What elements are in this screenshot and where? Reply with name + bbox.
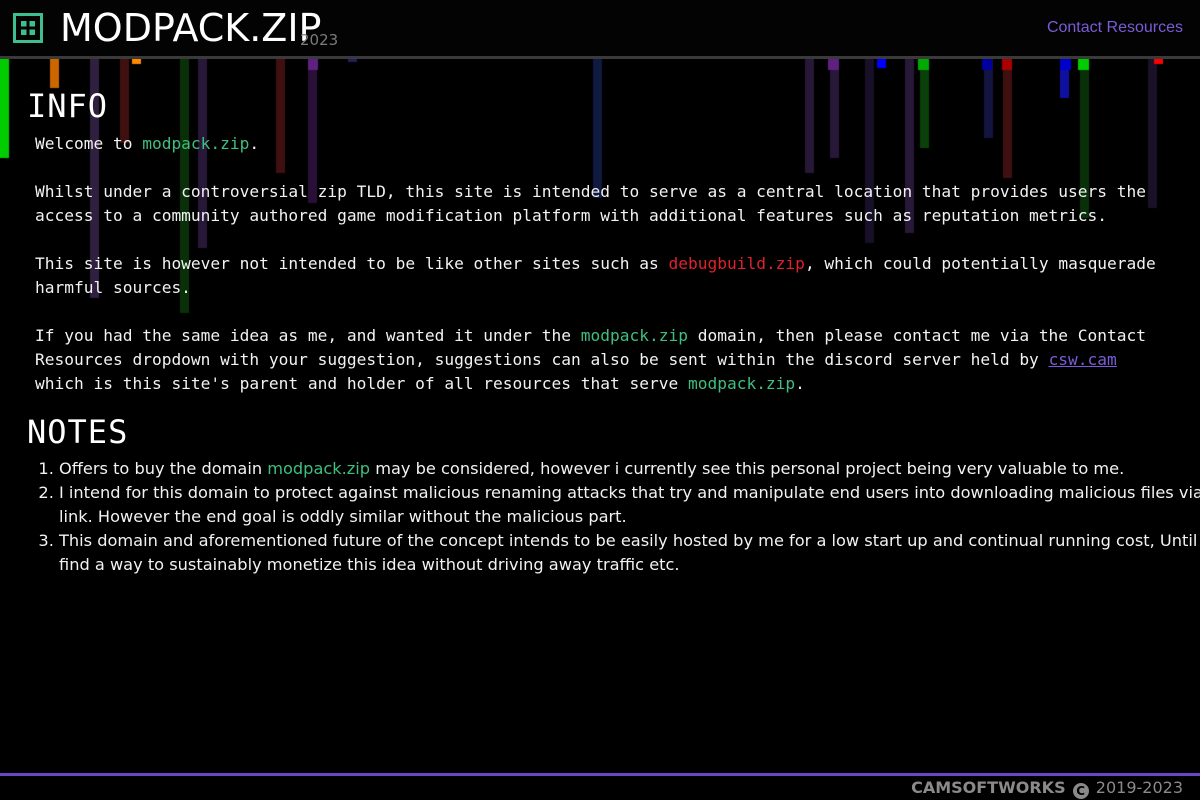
info-paragraph-purpose: Whilst under a controversial zip TLD, th… xyxy=(35,182,1147,225)
grid-square-icon[interactable] xyxy=(13,13,43,43)
text: . xyxy=(795,374,805,393)
info-paragraph-welcome: Welcome to modpack.zip. xyxy=(35,132,1175,156)
text: . xyxy=(249,134,260,153)
text: This site is however not intended to be … xyxy=(35,254,669,273)
list-item: Offers to buy the domain modpack.zip may… xyxy=(59,457,1200,481)
text: I intend for this domain to protect agai… xyxy=(59,483,1200,526)
text: This domain and aforementioned future of… xyxy=(59,531,1200,574)
copyright-icon: C xyxy=(1072,783,1089,799)
footer-brand: CAMSOFTWORKS xyxy=(911,778,1066,797)
info-paragraph-contact: If you had the same idea as me, and want… xyxy=(35,324,1175,396)
footer-divider xyxy=(0,773,1200,776)
text: Offers to buy the domain xyxy=(59,459,268,478)
text: If you had the same idea as me, and want… xyxy=(35,326,581,345)
footer-years: 2019-2023 xyxy=(1095,778,1183,797)
footer: CAMSOFTWORKS C 2019-2023 xyxy=(911,778,1183,799)
modpack-link[interactable]: modpack.zip xyxy=(581,326,688,345)
info-heading: INFO xyxy=(27,87,109,125)
text: may be considered, however i currently s… xyxy=(370,459,1125,478)
modpack-link[interactable]: modpack.zip xyxy=(267,459,370,478)
list-item: This domain and aforementioned future of… xyxy=(59,529,1200,577)
modpack-link[interactable]: modpack.zip xyxy=(688,374,795,393)
text: which is this site's parent and holder o… xyxy=(35,374,688,393)
csw-cam-link[interactable]: csw.cam xyxy=(1049,350,1117,369)
debugbuild-link[interactable]: debugbuild.zip xyxy=(668,254,804,273)
list-item: I intend for this domain to protect agai… xyxy=(59,481,1200,529)
modpack-link[interactable]: modpack.zip xyxy=(142,134,249,153)
site-year: 2023 xyxy=(300,31,339,49)
contact-resources-dropdown[interactable]: Contact Resources xyxy=(1047,19,1183,37)
info-paragraph-warning: This site is however not intended to be … xyxy=(35,252,1175,300)
notes-heading: NOTES xyxy=(27,413,129,451)
notes-list: Offers to buy the domain modpack.zip may… xyxy=(0,457,1200,577)
text: Welcome to xyxy=(35,134,143,153)
site-header: MODPACK.ZIP 2023 Contact Resources xyxy=(0,0,1200,59)
site-title[interactable]: MODPACK.ZIP xyxy=(60,6,321,50)
info-body: Welcome to modpack.zip. Whilst under a c… xyxy=(35,132,1175,420)
